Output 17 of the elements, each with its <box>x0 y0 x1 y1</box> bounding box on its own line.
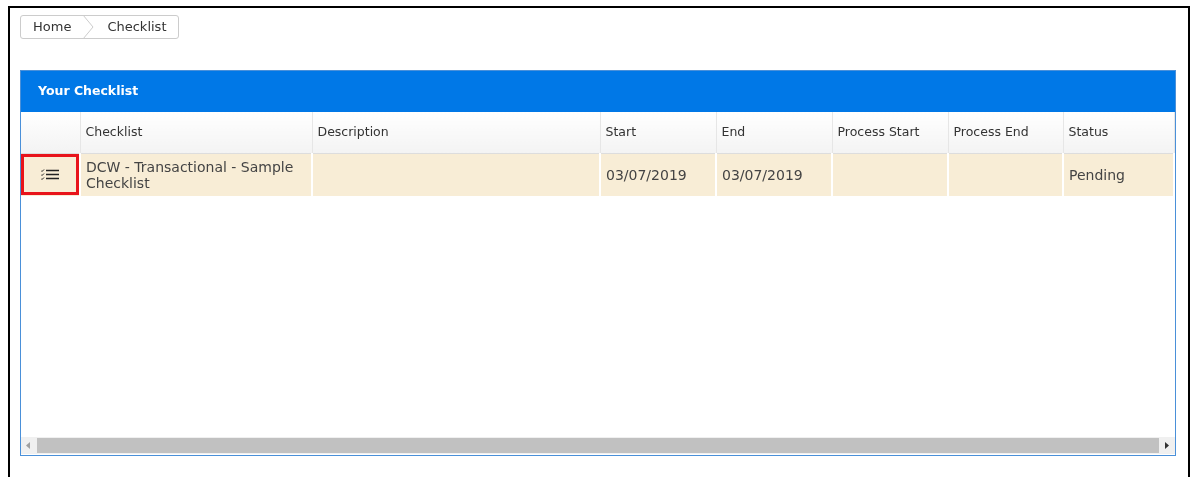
header-cell <box>21 112 80 153</box>
column-header: End <box>716 112 832 153</box>
table-cell: DCW - Transactional - Sample Checklist <box>86 158 294 191</box>
panel-title: Your Checklist <box>21 71 1175 112</box>
table-cell: Pending <box>1069 166 1125 183</box>
column-header: Process End <box>948 112 1063 153</box>
column-header: Start <box>600 112 716 153</box>
checklist-icon <box>41 168 59 181</box>
breadcrumb-link[interactable]: Checklist <box>95 17 179 37</box>
checklist-button[interactable] <box>21 154 79 196</box>
table-cell: 03/07/2019 <box>606 166 687 183</box>
column-header: Status <box>1063 112 1174 153</box>
column-header: Description <box>312 112 600 153</box>
breadcrumb-link[interactable]: Home <box>21 17 84 37</box>
table-cell: 03/07/2019 <box>722 166 803 183</box>
column-header: Checklist <box>80 112 312 153</box>
column-header: Process Start <box>832 112 948 153</box>
